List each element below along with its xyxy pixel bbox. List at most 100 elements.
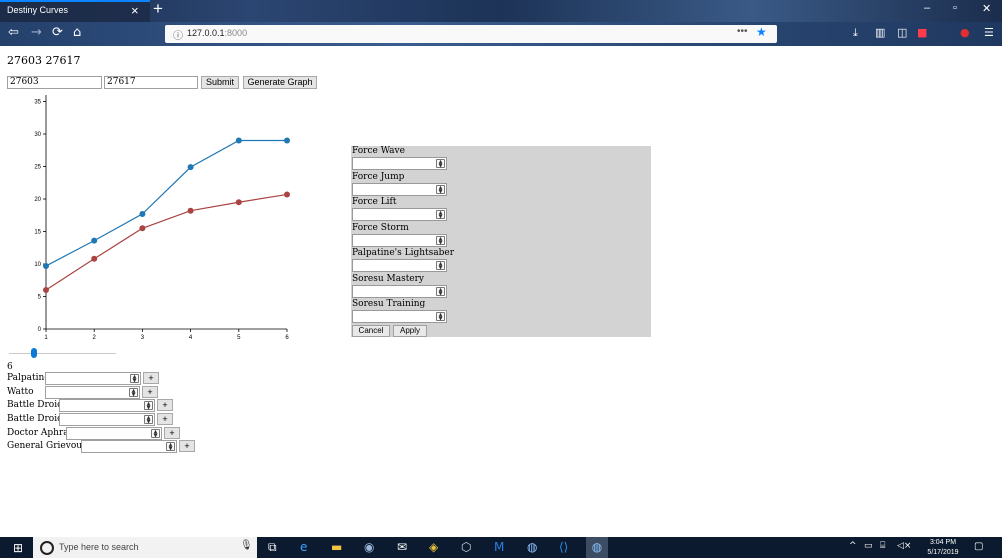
search-placeholder: Type here to search [59,542,139,552]
series-1-point [43,262,49,269]
upgrade-select[interactable]: ▲ ▼ [352,157,447,170]
menu-icon[interactable]: ☰ [984,26,994,39]
upgrade-select[interactable]: ▲ ▼ [352,310,447,323]
upgrade-select[interactable]: ▲ ▼ [352,233,447,247]
id-input-b[interactable]: 27617 [104,76,198,89]
app-icon[interactable]: ◉ [364,540,374,554]
page-actions-icon[interactable]: ••• [737,26,748,37]
ids-heading: 27603 27617 [7,54,81,67]
library-icon[interactable]: ▥ [875,26,885,39]
character-select[interactable]: ▲ ▼ [45,386,140,399]
vscode-icon[interactable]: ⟨⟩ [559,540,568,554]
x-tick-label: 6 [285,335,289,341]
task-view-icon[interactable]: ⧉ [268,540,277,555]
upgrade-select[interactable]: ▲ ▼ [352,284,447,298]
character-select[interactable]: ▲ ▼ [59,413,155,426]
network-icon[interactable]: ⌸ [880,541,885,551]
cancel-button[interactable]: Cancel [352,325,390,337]
id-input-a[interactable]: 27603 [7,76,102,89]
add-character-button[interactable]: + [164,427,180,439]
add-character-button[interactable]: + [143,372,159,384]
spinner-arrows-icon[interactable]: ▲ ▼ [144,415,153,425]
spinner-arrows-icon[interactable]: ▲ ▼ [436,312,445,322]
add-character-button[interactable]: + [142,386,158,398]
edge-icon[interactable]: e [300,540,307,554]
clock[interactable]: 3:04 PM 5/17/2019 [918,538,968,558]
forward-icon[interactable]: → [31,25,42,40]
x-tick-label: 3 [141,335,145,341]
upgrade-select[interactable]: ▲ ▼ [352,208,447,221]
add-character-button[interactable]: + [179,440,195,452]
new-tab-button[interactable]: + [153,0,163,19]
spinner-arrows-icon[interactable]: ▲ ▼ [151,429,160,439]
taskbar-search[interactable]: Type here to search 🎙 [33,537,257,558]
series-2-point [235,199,242,206]
malwarebytes-icon[interactable]: M [494,540,504,554]
slider-thumb[interactable] [30,348,37,358]
apply-button[interactable]: Apply [393,325,427,337]
upgrade-label: Force Wave [352,146,405,156]
back-icon[interactable]: ⇦ [8,25,19,40]
generate-graph-button[interactable]: Generate Graph [243,76,317,89]
spinner-arrows-icon[interactable]: ▲ ▼ [436,159,445,169]
series-2-point [43,287,49,293]
shield-app-icon[interactable]: ◈ [429,540,438,554]
mail-icon[interactable]: ✉ [397,540,407,554]
ublock-icon[interactable]: ● [960,26,970,39]
add-character-button[interactable]: + [157,399,173,411]
spinner-arrows-icon[interactable]: ▲ ▼ [436,184,445,194]
address-bar[interactable]: ⓘ 127.0.0.1:8000 ••• ★ [165,25,777,43]
download-icon[interactable]: ⤓ [853,26,858,40]
firefox-icon[interactable]: ◍ [527,540,537,554]
slider-value: 6 [7,362,13,372]
close-window-icon[interactable]: ✕ [982,2,991,15]
tray-chevron-icon[interactable]: ^ [849,541,857,551]
browser-tab[interactable]: Destiny Curves × [0,0,150,22]
volume-icon[interactable]: ◁× [897,541,911,551]
clock-time: 3:04 PM [929,539,957,546]
mic-icon[interactable]: 🎙 [240,540,253,551]
submit-button[interactable]: Submit [201,76,239,89]
character-select[interactable]: ▲ ▼ [45,372,141,385]
windows-start-icon[interactable]: ⊞ [13,541,23,555]
spinner-arrows-icon[interactable]: ▲ ▼ [436,286,445,296]
slider-track[interactable] [9,353,116,354]
spinner-arrows-icon[interactable]: ▲ ▼ [436,235,445,245]
cube-icon[interactable]: ⬡ [461,540,471,554]
character-name: Palpatine [7,373,50,383]
upgrade-label: Palpatine's Lightsaber [352,248,454,258]
firefox-active-icon[interactable]: ◍ [586,537,608,558]
restore-icon[interactable]: ▫ [953,2,957,14]
reload-icon[interactable]: ⟳ [52,25,63,40]
url-text: 127.0.0.1:8000 [187,28,247,38]
upgrade-label: Force Storm [352,222,409,233]
upgrade-select[interactable]: ▲ ▼ [352,182,447,196]
spinner-arrows-icon[interactable]: ▲ ▼ [129,388,138,398]
home-icon[interactable]: ⌂ [73,25,81,40]
sidebar-icon[interactable]: ◫ [897,26,907,39]
star-icon[interactable]: ★ [756,25,767,39]
minimize-icon[interactable]: – [924,2,930,14]
tab-close-icon[interactable]: × [131,3,139,18]
notification-icon[interactable]: ▢ [974,541,983,552]
spinner-arrows-icon[interactable]: ▲ ▼ [436,210,445,220]
y-tick-label: 25 [34,165,41,171]
series-1-point [91,237,98,244]
url-port: :8000 [224,28,248,38]
spinner-arrows-icon[interactable]: ▲ ▼ [166,442,175,452]
upgrade-select[interactable]: ▲ ▼ [352,259,447,272]
character-select[interactable]: ▲ ▼ [81,440,177,453]
spinner-arrows-icon[interactable]: ▲ ▼ [144,401,153,411]
add-character-button[interactable]: + [157,413,173,425]
spinner-arrows-icon[interactable]: ▲ ▼ [130,374,139,384]
y-tick-label: 5 [38,295,42,301]
character-select[interactable]: ▲ ▼ [59,399,155,412]
info-icon[interactable]: ⓘ [173,27,183,42]
series-line-1 [45,139,287,267]
spinner-arrows-icon[interactable]: ▲ ▼ [436,261,445,271]
character-select[interactable]: ▲ ▼ [66,427,162,440]
url-host: 127.0.0.1 [187,28,225,38]
pocket-icon[interactable]: ■ [917,26,927,39]
file-explorer-icon[interactable]: ▬ [331,540,342,554]
battery-icon[interactable]: ▭ [864,541,873,551]
